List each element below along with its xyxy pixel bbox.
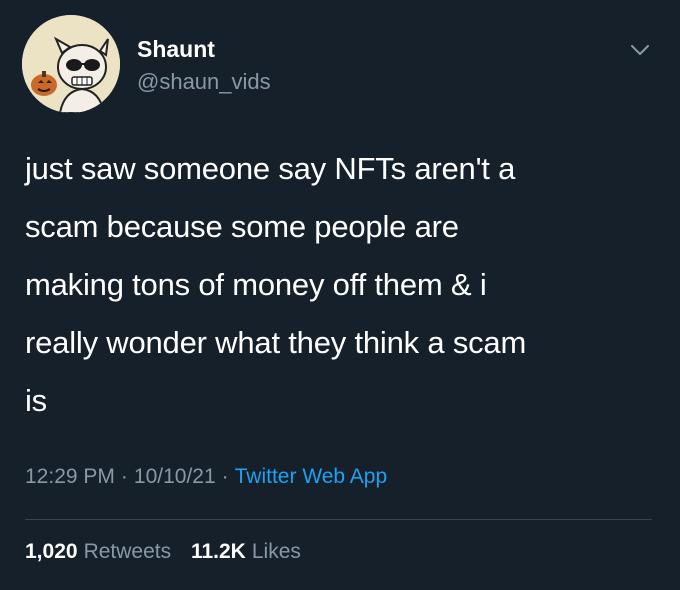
retweets-count: 1,020 bbox=[25, 540, 78, 563]
likes-count: 11.2K bbox=[190, 540, 246, 563]
meta-separator: · bbox=[120, 465, 128, 488]
tweet-stats: 1,020 Retweets 11.2K Likes bbox=[25, 540, 315, 564]
divider bbox=[25, 519, 652, 520]
tweet-card: Shaunt @shaun_vids just saw someone say … bbox=[0, 0, 680, 590]
chevron-down-icon bbox=[631, 45, 649, 55]
meta-separator: · bbox=[221, 465, 229, 488]
avatar[interactable] bbox=[22, 15, 120, 113]
tweet-time[interactable]: 12:29 PM bbox=[25, 465, 115, 488]
likes-stat[interactable]: 11.2K Likes bbox=[191, 540, 301, 563]
cartoon-avatar-icon bbox=[22, 15, 120, 113]
tweet-meta: 12:29 PM · 10/10/21 · Twitter Web App bbox=[25, 465, 387, 489]
retweets-stat[interactable]: 1,020 Retweets bbox=[25, 540, 171, 563]
tweet-text: just saw someone say NFTs aren't a scam … bbox=[25, 151, 527, 418]
tweet-source-link[interactable]: Twitter Web App bbox=[235, 465, 388, 488]
retweets-label: Retweets bbox=[83, 540, 172, 563]
more-options-button[interactable] bbox=[628, 38, 652, 62]
author-handle[interactable]: @shaun_vids bbox=[137, 69, 271, 95]
tweet-date[interactable]: 10/10/21 bbox=[134, 465, 216, 488]
likes-label: Likes bbox=[251, 540, 301, 563]
author-display-name[interactable]: Shaunt bbox=[137, 36, 215, 63]
